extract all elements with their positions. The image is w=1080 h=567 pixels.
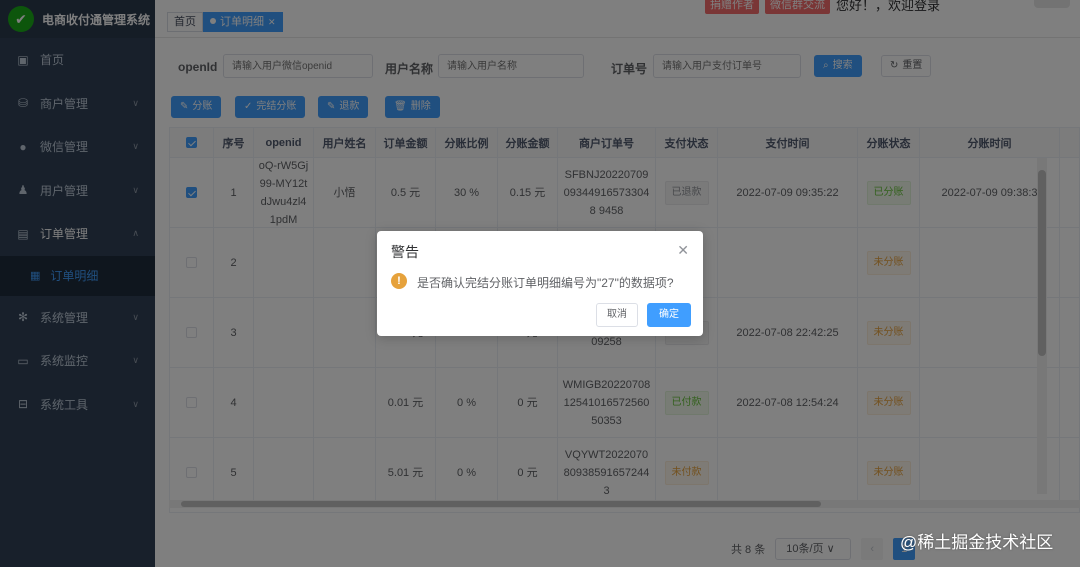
warning-icon: !: [391, 273, 407, 289]
cancel-button[interactable]: 取消: [596, 303, 638, 327]
dialog-message: 是否确认完结分账订单明细编号为"27"的数据项?: [417, 276, 674, 290]
watermark: @稀土掘金技术社区: [900, 533, 1054, 552]
dialog-title: 警告: [391, 244, 419, 260]
confirm-dialog: 警告 ✕ ! 是否确认完结分账订单明细编号为"27"的数据项? 取消 确定: [377, 231, 703, 336]
close-icon[interactable]: ✕: [677, 242, 689, 259]
confirm-button[interactable]: 确定: [647, 303, 691, 327]
